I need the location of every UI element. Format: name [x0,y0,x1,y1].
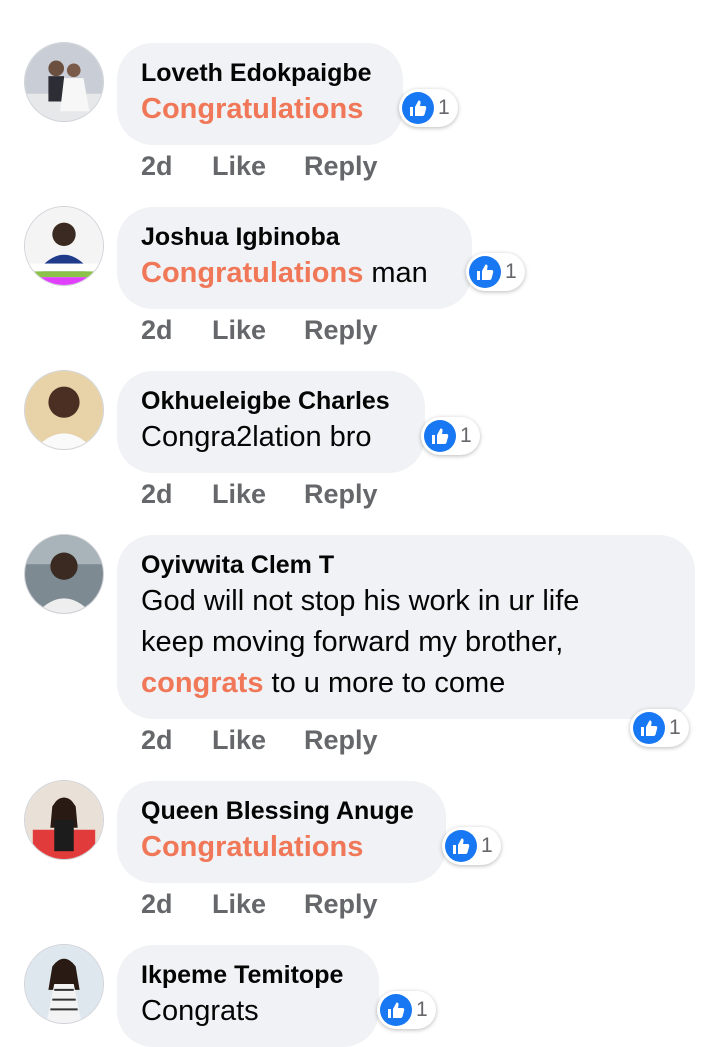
timestamp[interactable]: 2d [141,315,212,346]
thumbs-up-icon [469,256,501,288]
reaction-count: 1 [669,716,681,739]
comment-author[interactable]: Joshua Igbinoba [141,221,448,253]
comment-text: Congratulations [141,827,422,868]
reaction-badge[interactable]: 1 [630,709,689,747]
reaction-count: 1 [481,834,493,857]
comment-bubble: Okhueleigbe Charles Congra2lation bro [117,371,425,473]
avatar[interactable] [24,780,104,860]
reply-button[interactable]: Reply [304,479,378,510]
comment-author[interactable]: Loveth Edokpaigbe [141,57,379,89]
comment-text: Congratulations [141,89,379,130]
thumbs-up-icon [424,420,456,452]
avatar[interactable] [24,944,104,1024]
timestamp[interactable]: 2d [141,479,212,510]
comment-author[interactable]: Okhueleigbe Charles [141,385,401,417]
reply-button[interactable]: Reply [304,315,378,346]
timestamp[interactable]: 2d [141,889,212,920]
thumbs-up-icon [402,92,434,124]
highlighted-word: Congratulations [141,257,364,289]
comment-text: Congra2lation bro [141,421,372,453]
highlighted-word: Congratulations [141,93,364,125]
like-button[interactable]: Like [212,315,304,346]
reaction-badge[interactable]: 1 [377,991,436,1029]
like-button[interactable]: Like [212,151,304,182]
highlighted-word: congrats [141,667,264,699]
highlighted-word: Congratulations [141,831,364,863]
comment-text: Congratulations man [141,257,428,289]
avatar[interactable] [24,206,104,286]
like-button[interactable]: Like [212,479,304,510]
comment-author[interactable]: Queen Blessing Anuge [141,795,422,827]
reaction-badge[interactable]: 1 [421,417,480,455]
comment-actions: 2d Like Reply [141,315,378,346]
thumbs-up-icon [380,994,412,1026]
comment-bubble: Joshua Igbinoba Congratulations man [117,207,472,309]
reaction-badge[interactable]: 1 [399,89,458,127]
reaction-count: 1 [505,260,517,283]
reply-button[interactable]: Reply [304,151,378,182]
avatar[interactable] [24,370,104,450]
reaction-count: 1 [416,998,428,1021]
comment-bubble: Oyivwita Clem T God will not stop his wo… [117,535,695,719]
reply-button[interactable]: Reply [304,725,378,756]
thumbs-up-icon [633,712,665,744]
comment-bubble: Loveth Edokpaigbe Congratulations [117,43,403,145]
reply-button[interactable]: Reply [304,889,378,920]
comment-bubble: Ikpeme Temitope Congrats [117,945,379,1047]
comment-actions: 2d Like Reply [141,889,378,920]
avatar[interactable] [24,42,104,122]
avatar[interactable] [24,534,104,614]
reaction-count: 1 [438,96,450,119]
timestamp[interactable]: 2d [141,151,212,182]
reaction-count: 1 [460,424,472,447]
comment-actions: 2d Like Reply [141,151,378,182]
like-button[interactable]: Like [212,725,304,756]
comment-author[interactable]: Oyivwita Clem T [141,549,671,581]
comment-bubble: Queen Blessing Anuge Congratulations [117,781,446,883]
thumbs-up-icon [445,830,477,862]
comment-text: Congrats [141,995,259,1027]
comment-text: God will not stop his work in ur life ke… [141,585,580,699]
comment-actions: 2d Like Reply [141,479,378,510]
reaction-badge[interactable]: 1 [442,827,501,865]
timestamp[interactable]: 2d [141,725,212,756]
comment-actions: 2d Like Reply [141,725,378,756]
like-button[interactable]: Like [212,889,304,920]
comment-author[interactable]: Ikpeme Temitope [141,959,355,991]
reaction-badge[interactable]: 1 [466,253,525,291]
